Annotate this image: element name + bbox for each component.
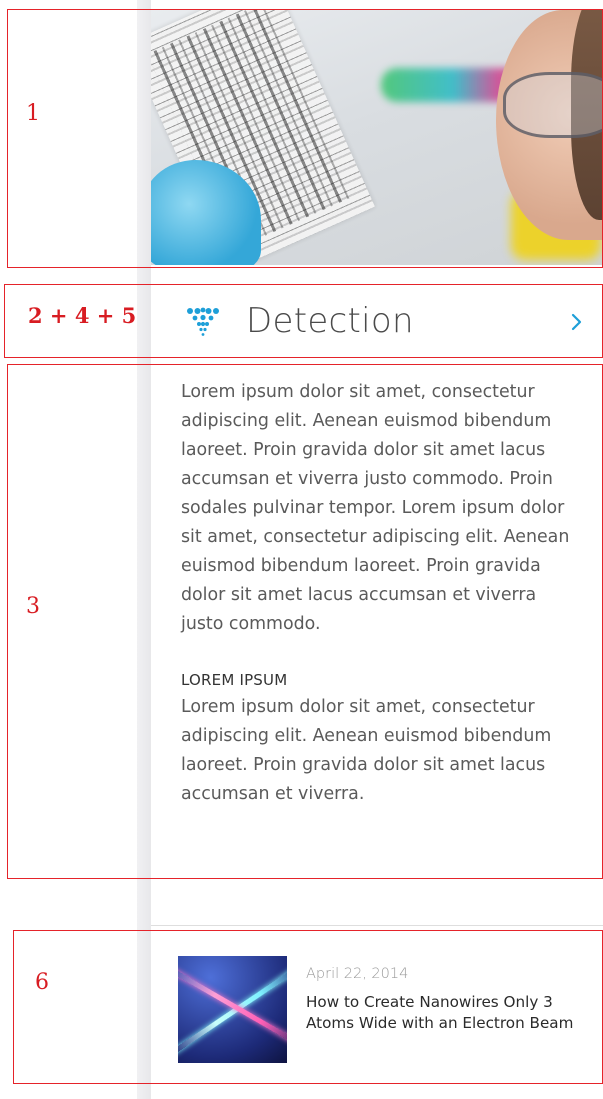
body-copy: Lorem ipsum dolor sit amet, consectetur … <box>181 378 581 809</box>
news-date: April 22, 2014 <box>306 966 409 982</box>
safety-goggles <box>503 72 603 138</box>
chevron-right-icon[interactable] <box>564 308 590 336</box>
body-paragraph-2: Lorem ipsum dolor sit amet, consectetur … <box>181 697 552 804</box>
section-title: Detection <box>246 301 414 341</box>
annotation-label-title: 2 + 4 + 5 <box>28 303 137 328</box>
annotation-label-body: 3 <box>26 594 40 619</box>
news-item[interactable]: April 22, 2014 How to Create Nanowires O… <box>151 930 603 1090</box>
body-subheading: LOREM IPSUM <box>181 671 288 689</box>
annotation-label-hero: 1 <box>26 101 40 126</box>
section-divider <box>151 925 603 926</box>
news-headline-link[interactable]: How to Create Nanowires Only 3 Atoms Wid… <box>306 992 591 1034</box>
annotation-label-news: 6 <box>35 970 49 995</box>
news-thumbnail[interactable] <box>178 956 287 1063</box>
left-gutter <box>0 0 137 1099</box>
hero-image <box>151 10 603 265</box>
dot-cluster-logo-icon <box>187 307 219 336</box>
section-header[interactable]: Detection <box>151 287 603 359</box>
gutter-shadow <box>137 0 151 1099</box>
body-paragraph: Lorem ipsum dolor sit amet, consectetur … <box>181 382 570 634</box>
